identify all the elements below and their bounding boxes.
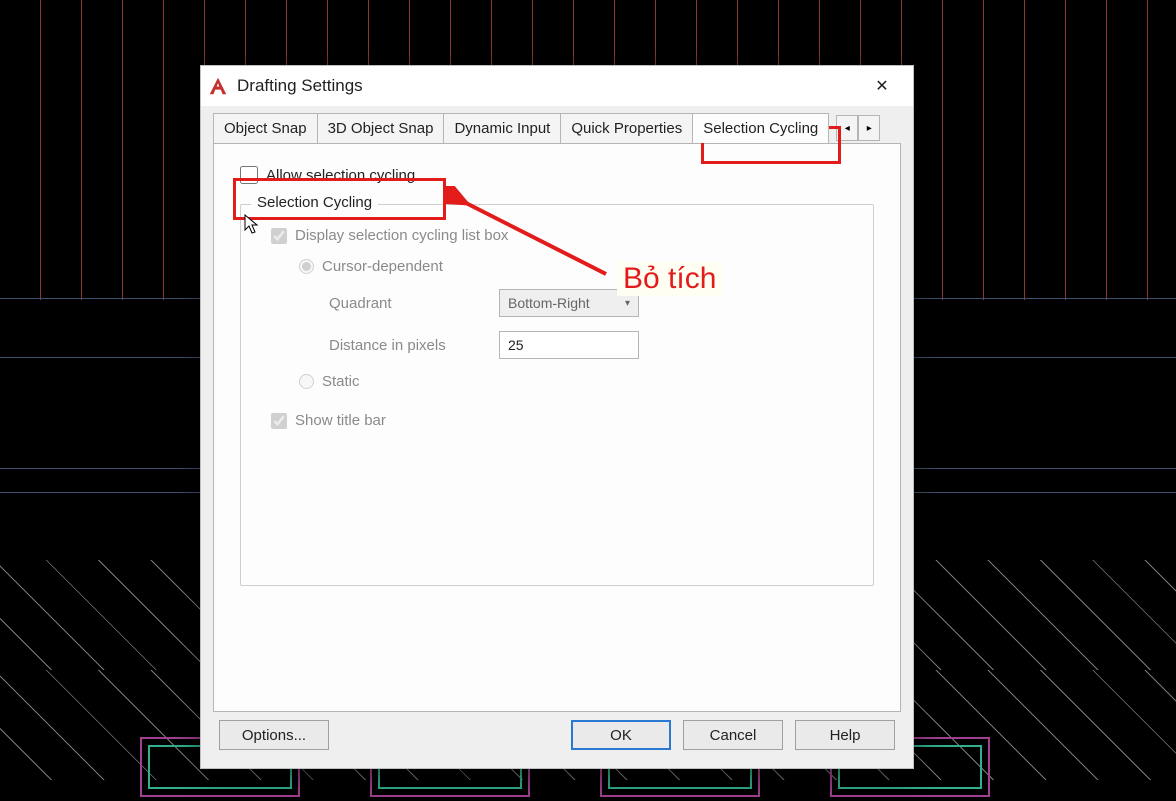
window-title: Drafting Settings <box>237 76 859 96</box>
tab-pane-selection-cycling: Allow selection cycling Selection Cyclin… <box>213 143 901 712</box>
selection-cycling-group: Selection Cycling Display selection cycl… <box>240 204 874 586</box>
distance-input[interactable]: 25 <box>499 331 639 359</box>
tabstrip: Object Snap 3D Object Snap Dynamic Input… <box>213 112 901 144</box>
show-titlebar-checkbox[interactable] <box>271 413 287 429</box>
group-legend: Selection Cycling <box>251 194 378 211</box>
distance-label: Distance in pixels <box>329 337 469 354</box>
close-icon: ✕ <box>875 76 888 96</box>
tab-scroll-left[interactable]: ◂ <box>836 115 858 141</box>
tab-selection-cycling[interactable]: Selection Cycling <box>692 113 829 143</box>
tab-dynamic-input[interactable]: Dynamic Input <box>443 113 561 143</box>
static-row: Static <box>299 373 845 390</box>
quadrant-label: Quadrant <box>329 295 469 312</box>
mouse-cursor-icon <box>244 214 258 234</box>
show-titlebar-label: Show title bar <box>295 412 386 429</box>
quadrant-value: Bottom-Right <box>508 295 590 311</box>
dialog-footer: Options... OK Cancel Help <box>213 712 901 756</box>
titlebar: Drafting Settings ✕ <box>201 66 913 106</box>
tab-3d-object-snap[interactable]: 3D Object Snap <box>317 113 445 143</box>
drafting-settings-dialog: Drafting Settings ✕ Object Snap 3D Objec… <box>200 65 914 769</box>
cursor-dependent-label: Cursor-dependent <box>322 258 443 275</box>
ok-button[interactable]: OK <box>571 720 671 750</box>
display-listbox-label: Display selection cycling list box <box>295 227 508 244</box>
static-radio[interactable] <box>299 374 314 389</box>
cursor-dependent-row: Cursor-dependent <box>299 258 845 275</box>
tab-quick-properties[interactable]: Quick Properties <box>560 113 693 143</box>
cursor-dependent-radio[interactable] <box>299 259 314 274</box>
allow-selection-cycling-label: Allow selection cycling <box>266 167 415 184</box>
options-button[interactable]: Options... <box>219 720 329 750</box>
display-listbox-row: Display selection cycling list box <box>271 227 845 244</box>
display-listbox-checkbox[interactable] <box>271 228 287 244</box>
static-label: Static <box>322 373 360 390</box>
annotation-text-uncheck: Bỏ tích <box>617 262 722 296</box>
cancel-button[interactable]: Cancel <box>683 720 783 750</box>
chevron-down-icon: ▾ <box>625 298 630 309</box>
allow-selection-cycling-row: Allow selection cycling <box>240 166 874 184</box>
autocad-logo-icon <box>207 75 229 97</box>
allow-selection-cycling-checkbox[interactable] <box>240 166 258 184</box>
help-button[interactable]: Help <box>795 720 895 750</box>
tab-scroll-right[interactable]: ▸ <box>858 115 880 141</box>
tab-object-snap[interactable]: Object Snap <box>213 113 318 143</box>
close-button[interactable]: ✕ <box>859 71 905 101</box>
distance-value: 25 <box>508 337 524 353</box>
